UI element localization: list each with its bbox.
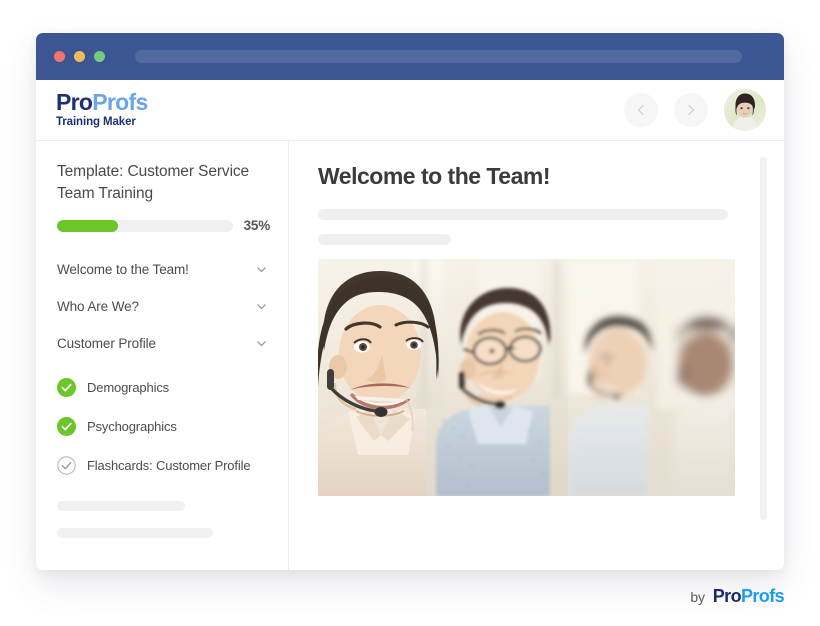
- traffic-light-dots: [54, 51, 105, 62]
- sidebar-section-2[interactable]: Who Are We?: [57, 288, 270, 325]
- footer-logo-pro-text: Pro: [712, 586, 742, 606]
- sidebar-section-3[interactable]: Customer Profile: [57, 325, 270, 362]
- course-progress: 35%: [57, 218, 270, 233]
- logo-profs-text: Profs: [92, 89, 148, 116]
- content-scrollbar[interactable]: [760, 157, 767, 520]
- logo-tagline: Training Maker: [56, 116, 136, 129]
- header-actions: [624, 89, 766, 131]
- lesson-label: Psychographics: [87, 419, 177, 434]
- sidebar-section-label: Who Are We?: [57, 299, 139, 314]
- next-button[interactable]: [674, 93, 708, 127]
- chevron-right-icon: [684, 103, 698, 117]
- close-window-icon[interactable]: [54, 51, 65, 62]
- app-body: Template: Customer Service Team Training…: [36, 141, 784, 570]
- browser-titlebar: [36, 33, 784, 80]
- content-placeholder-bar-2: [318, 234, 451, 245]
- proprofs-logo[interactable]: ProProfs Training Maker: [56, 91, 148, 129]
- hero-image-graphic: [318, 259, 735, 496]
- chevron-down-icon[interactable]: [255, 337, 268, 350]
- progress-track: [57, 219, 233, 232]
- sidebar-section-label: Customer Profile: [57, 336, 156, 351]
- lesson-item-1[interactable]: Demographics: [57, 368, 270, 407]
- footer-by-label: by: [690, 589, 705, 605]
- sidebar-placeholder-bar-2: [57, 528, 213, 538]
- check-circle-filled-icon: [57, 417, 76, 436]
- lesson-label: Flashcards: Customer Profile: [87, 458, 251, 473]
- footer-proprofs-logo[interactable]: ProProfs: [712, 586, 785, 607]
- page-root: ProProfs Training Maker Template: Custom…: [0, 0, 820, 626]
- progress-percent-label: 35%: [243, 218, 271, 233]
- progress-fill: [57, 219, 119, 232]
- content-placeholder-group: [318, 209, 784, 245]
- course-title: Template: Customer Service Team Training: [57, 163, 250, 202]
- lesson-list: Demographics Psychographics Flashcards: Cu…: [57, 368, 270, 485]
- content-panel: Welcome to the Team!: [289, 141, 784, 570]
- sidebar-placeholder-bar-1: [57, 501, 185, 511]
- sidebar-section-label: Welcome to the Team!: [57, 262, 189, 277]
- minimize-window-icon[interactable]: [74, 51, 85, 62]
- check-circle-filled-icon: [57, 378, 76, 397]
- avatar[interactable]: [724, 89, 766, 131]
- page-title: Welcome to the Team!: [318, 163, 550, 189]
- browser-window: ProProfs Training Maker Template: Custom…: [36, 33, 784, 570]
- footer-branding: by ProProfs: [690, 586, 784, 607]
- lesson-item-3[interactable]: Flashcards: Customer Profile: [57, 446, 270, 485]
- app-header: ProProfs Training Maker: [36, 80, 784, 141]
- content-placeholder-bar-1: [318, 209, 728, 220]
- lesson-item-2[interactable]: Psychographics: [57, 407, 270, 446]
- sidebar-section-1[interactable]: Welcome to the Team!: [57, 251, 270, 288]
- chevron-down-icon[interactable]: [255, 300, 268, 313]
- logo-wordmark: ProProfs: [56, 91, 148, 114]
- previous-button[interactable]: [624, 93, 658, 127]
- logo-pro-text: Pro: [56, 89, 93, 116]
- chevron-down-icon[interactable]: [255, 263, 268, 276]
- lesson-label: Demographics: [87, 380, 170, 395]
- course-section-list: Welcome to the Team! Who Are We? Customer …: [57, 251, 270, 362]
- hero-image: [318, 259, 735, 496]
- sidebar: Template: Customer Service Team Training…: [36, 141, 289, 570]
- footer-logo-profs-text: Profs: [740, 586, 785, 606]
- chevron-left-icon: [634, 103, 648, 117]
- check-circle-outline-icon: [57, 456, 76, 475]
- address-bar[interactable]: [135, 50, 742, 63]
- maximize-window-icon[interactable]: [94, 51, 105, 62]
- sidebar-placeholder-group: [57, 501, 270, 538]
